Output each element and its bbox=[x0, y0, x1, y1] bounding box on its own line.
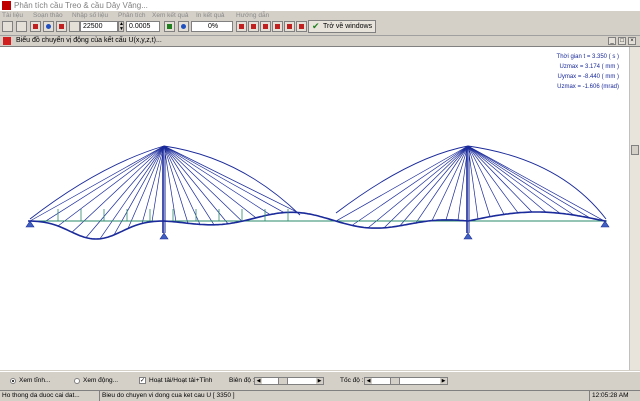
main-span-cable-right bbox=[335, 145, 469, 214]
window-title: Phân tích cầu Treo & cầu Dây Văng... bbox=[14, 1, 148, 10]
deck-group bbox=[28, 209, 607, 240]
speed-slider[interactable]: ◀ ▶ bbox=[364, 377, 448, 385]
stay-cable bbox=[127, 145, 165, 229]
stay-cable bbox=[57, 145, 165, 227]
support-4 bbox=[463, 232, 473, 240]
stay-cable bbox=[467, 145, 533, 213]
close-button[interactable]: × bbox=[628, 37, 636, 45]
menu-item-print[interactable]: In kết quả bbox=[196, 11, 225, 20]
last-frame-icon[interactable] bbox=[284, 21, 295, 32]
save-button[interactable] bbox=[16, 21, 27, 32]
amplitude-left-arrow[interactable]: ◀ bbox=[255, 378, 262, 384]
prev-frame-icon[interactable] bbox=[248, 21, 259, 32]
back-to-windows-label: Trở về windows bbox=[323, 23, 373, 30]
open-button[interactable] bbox=[2, 21, 13, 32]
speed-label: Tốc độ : bbox=[340, 377, 364, 384]
chart-window-icon bbox=[3, 37, 11, 45]
dynamic-view-label: Xem động... bbox=[83, 377, 119, 384]
maximize-button[interactable]: □ bbox=[618, 37, 626, 45]
stay-cable bbox=[163, 145, 177, 223]
stay-cable bbox=[415, 145, 469, 224]
settings-icon[interactable] bbox=[69, 21, 80, 32]
run-icon[interactable] bbox=[30, 21, 41, 32]
amplitude-right-arrow[interactable]: ▶ bbox=[316, 378, 323, 384]
dynamic-view-radio[interactable] bbox=[74, 378, 80, 384]
stay-cable bbox=[467, 145, 575, 216]
chart-icon[interactable] bbox=[56, 21, 67, 32]
child-window-titlebar: Biểu đồ chuyển vị động của kết cấu U(x,y… bbox=[0, 36, 640, 47]
support-3 bbox=[159, 232, 169, 240]
progress-field: 0% bbox=[191, 21, 233, 32]
status-bar: Ho thong da duoc cai dat... Bieu do chuy… bbox=[0, 390, 640, 401]
back-span-cable-right bbox=[467, 145, 607, 220]
step-count-spinner[interactable]: ▲ ▼ bbox=[118, 21, 124, 32]
stop-icon[interactable] bbox=[178, 21, 189, 32]
menu-bar: Tài liệu Soạn thảo Nhập số liệu Phân tíc… bbox=[0, 11, 640, 20]
speed-knob[interactable] bbox=[390, 378, 400, 384]
vertical-scrollbar[interactable] bbox=[629, 47, 640, 370]
back-to-windows-button[interactable]: ✔ Trở về windows bbox=[308, 20, 376, 33]
amplitude-label: Biên độ : bbox=[229, 377, 255, 384]
menu-item-document[interactable]: Tài liệu bbox=[2, 11, 23, 20]
menu-item-input[interactable]: Nhập số liệu bbox=[72, 11, 108, 20]
stay-cable bbox=[163, 145, 285, 213]
live-load-checkbox[interactable]: ✓ bbox=[139, 377, 146, 384]
stay-cable bbox=[467, 145, 605, 222]
amplitude-knob[interactable] bbox=[278, 378, 288, 384]
support-group bbox=[25, 220, 610, 240]
animation-controls: Xem tĩnh... Xem động... ✓ Hoạt tải/Hoạt … bbox=[0, 371, 640, 390]
time-readout: Thời gian t = 3.350 ( s ) bbox=[556, 54, 619, 60]
amplitude-slider[interactable]: ◀ ▶ bbox=[254, 377, 324, 385]
stay-cable bbox=[467, 145, 591, 219]
title-bar: Phân tích cầu Treo & cầu Dây Văng... bbox=[0, 0, 640, 11]
play-icon[interactable] bbox=[164, 21, 175, 32]
loop-icon[interactable] bbox=[296, 21, 307, 32]
rotation-readout: Uzmax = -1.606 (mrad) bbox=[557, 84, 619, 90]
stay-cable bbox=[163, 145, 257, 219]
stay-cable bbox=[431, 145, 469, 221]
menu-item-edit[interactable]: Soạn thảo bbox=[33, 11, 63, 20]
stay-cable bbox=[29, 145, 165, 222]
stay-cable bbox=[85, 145, 165, 238]
scroll-thumb[interactable] bbox=[631, 145, 639, 155]
toolbar: 22500 ▲ ▼ 0.0005 0% ✔ Trở về windows bbox=[0, 20, 640, 36]
stay-cable bbox=[163, 145, 215, 225]
step-count-field[interactable]: 22500 bbox=[80, 21, 118, 32]
static-view-radio[interactable] bbox=[10, 378, 16, 384]
speed-left-arrow[interactable]: ◀ bbox=[365, 378, 372, 384]
deflected-deck-line bbox=[28, 211, 607, 240]
stay-cable bbox=[163, 145, 299, 213]
deflection-canvas[interactable]: Thời gian t = 3.350 ( s ) Uzmax = 3.174 … bbox=[0, 47, 629, 370]
menu-item-help[interactable]: Hướng dẫn bbox=[236, 11, 269, 20]
cable-group bbox=[29, 145, 607, 239]
uz-max-readout: Uzmax = 3.174 ( mm ) bbox=[559, 64, 619, 70]
app-icon bbox=[2, 1, 11, 10]
menu-item-results[interactable]: Xem kết quả bbox=[152, 11, 189, 20]
live-load-label: Hoạt tải/Hoạt tải+Tĩnh bbox=[149, 377, 213, 384]
pause-icon[interactable] bbox=[260, 21, 271, 32]
support-2 bbox=[600, 220, 610, 228]
minimize-button[interactable]: _ bbox=[608, 37, 616, 45]
first-frame-icon[interactable] bbox=[236, 21, 247, 32]
stay-cable bbox=[99, 145, 165, 239]
static-view-label: Xem tĩnh... bbox=[19, 377, 51, 384]
speed-right-arrow[interactable]: ▶ bbox=[440, 378, 447, 384]
menu-item-analysis[interactable]: Phân tích bbox=[118, 11, 145, 20]
child-window-title: Biểu đồ chuyển vị động của kết cấu U(x,y… bbox=[16, 37, 162, 44]
stay-cable bbox=[367, 145, 469, 229]
checkmark-icon: ✔ bbox=[312, 21, 320, 31]
next-frame-icon[interactable] bbox=[272, 21, 283, 32]
uy-max-readout: Uymax = -8.440 ( mm ) bbox=[557, 74, 619, 80]
time-step-field[interactable]: 0.0005 bbox=[126, 21, 160, 32]
stay-cable bbox=[467, 145, 547, 213]
bridge-diagram bbox=[25, 145, 610, 240]
view-icon[interactable] bbox=[43, 21, 54, 32]
